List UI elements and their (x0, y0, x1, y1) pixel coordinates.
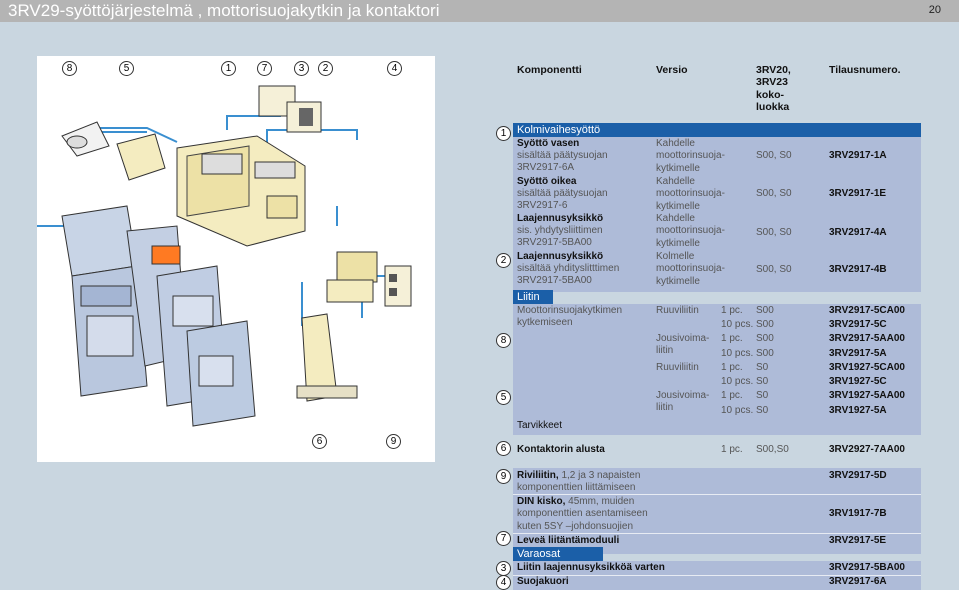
contactor-size: S00,S0 (756, 444, 789, 455)
conn-row2-size: S00 (756, 319, 774, 330)
conn-row7-size: S0 (756, 390, 769, 401)
row2-order: 3RV2917-1E (829, 188, 887, 199)
conn-row3-size: S00 (756, 333, 774, 344)
conn-row1-order: 3RV2917-5CA00 (829, 305, 905, 316)
acc-item3-order: 3RV2917-5E (829, 535, 887, 546)
acc-item1-order: 3RV2917-5D (829, 470, 887, 481)
row-marker-6: 6 (496, 441, 511, 456)
row3-version: Kahdelle moottorinsuoja- kytkimelle (656, 213, 725, 249)
row4-desc: sisältää yhdityslit­ttimen 3RV2917-5BA00 (517, 263, 620, 287)
conn-row5-type: Ruuviliitin (656, 362, 699, 373)
contactor-name: Kontaktorin alusta (517, 444, 605, 455)
conn-row3-qty: 1 pc. (721, 333, 743, 344)
row-marker-2: 2 (496, 253, 511, 268)
row1-name: Syöttö vasen (517, 138, 580, 149)
conn-row7-order: 3RV1927-5AA00 (829, 390, 905, 401)
row4-version: Kolmelle moottorinsuoja- kytkimelle (656, 251, 725, 287)
conn-row4-size: S00 (756, 348, 774, 359)
spare-item1-order: 3RV2917-5BA00 (829, 562, 905, 573)
row4-order: 3RV2917-4B (829, 264, 887, 275)
conn-row5-size: S0 (756, 362, 769, 373)
row1-size: S00, S0 (756, 150, 792, 161)
conn-row5-order: 3RV1927-5CA00 (829, 362, 905, 373)
divider (513, 533, 921, 534)
header-component: Komponentti (517, 64, 582, 76)
row-marker-5: 5 (496, 390, 511, 405)
row-marker-1: 1 (496, 126, 511, 141)
row1-desc: sisältää päätysuojan 3RV2917-6A (517, 150, 608, 174)
row-marker-7: 7 (496, 531, 511, 546)
row2-desc: sisältää päätysuojan 3RV2917-6 (517, 188, 608, 212)
conn-row6-size: S0 (756, 376, 769, 387)
contactor-order: 3RV2927-7AA00 (829, 444, 905, 455)
conn-row1-size: S00 (756, 305, 774, 316)
accessories-title: Tarvikkeet (517, 420, 563, 431)
page-number: 20 (928, 4, 941, 16)
connector-desc: Moottorinsuojakytkimen kytkemiseen (517, 305, 623, 329)
row1-order: 3RV2917-1A (829, 150, 887, 161)
section-band-feed: Kolmivaihesyöttö (513, 123, 921, 137)
title-bar: 3RV29-syöttöjärjestelmä , mottorisuojaky… (0, 0, 959, 22)
row2-size: S00, S0 (756, 188, 792, 199)
row1-version: Kahdelle moottorinsuoja- kytkimelle (656, 138, 725, 174)
assembly-drawing (37, 85, 412, 427)
row3-size: S00, S0 (756, 227, 792, 238)
conn-row8-qty: 10 pcs. (721, 405, 754, 416)
spare-item1: Liitin laajennusyksikköä varten (517, 562, 665, 573)
spare-item2-order: 3RV2917-6A (829, 576, 887, 587)
acc-item3: Leveä liitäntämoduuli (517, 535, 620, 546)
row2-version: Kahdelle moottorinsuoja- kytkimelle (656, 176, 725, 212)
header-size: 3RV20, 3RV23 koko- luokka (756, 64, 791, 113)
acc-item2-order: 3RV1917-7B (829, 508, 887, 519)
conn-row6-order: 3RV1927-5C (829, 376, 887, 387)
spare-item2: Suojakuori (517, 576, 569, 587)
conn-row1-qty: 1 pc. (721, 305, 743, 316)
row-marker-4: 4 (496, 575, 511, 590)
conn-row2-qty: 10 pcs. (721, 319, 754, 330)
accessories-title-block (513, 419, 921, 435)
conn-row3-type: Jousivoima- liitin (656, 333, 710, 357)
acc-item1: Riviliitin, 1,2 ja 3 napaisten komponent… (517, 470, 641, 494)
conn-row5-qty: 1 pc. (721, 362, 743, 373)
header-version: Versio (656, 64, 688, 76)
conn-row6-qty: 10 pcs. (721, 376, 754, 387)
conn-row3-order: 3RV2917-5AA00 (829, 333, 905, 344)
row3-order: 3RV2917-4A (829, 227, 887, 238)
row2-name: Syöttö oikea (517, 176, 577, 187)
conn-row2-order: 3RV2917-5C (829, 319, 887, 330)
row4-name: Laajennusyksikkö (517, 251, 604, 262)
conn-row7-type: Jousivoima- liitin (656, 390, 710, 414)
page-title: 3RV29-syöttöjärjestelmä , mottorisuojaky… (8, 1, 440, 20)
row3-desc: sis. yhdytysliittimen 3RV2917-5BA00 (517, 225, 603, 249)
contactor-qty: 1 pc. (721, 444, 743, 455)
row-marker-3: 3 (496, 561, 511, 576)
row4-size: S00, S0 (756, 264, 792, 275)
conn-row4-order: 3RV2917-5A (829, 348, 887, 359)
table-header: Komponentti Versio 3RV20, 3RV23 koko- lu… (513, 60, 921, 122)
conn-row7-qty: 1 pc. (721, 390, 743, 401)
acc-item2: DIN kisko, 45mm, muiden komponenttien as… (517, 496, 648, 532)
conn-row8-order: 3RV1927-5A (829, 405, 887, 416)
product-illustration (37, 56, 435, 462)
section-band-spares: Varaosat (513, 547, 603, 561)
conn-row4-qty: 10 pcs. (721, 348, 754, 359)
header-order: Tilausnumero. (829, 64, 901, 76)
row-marker-9: 9 (496, 469, 511, 484)
conn-row8-size: S0 (756, 405, 769, 416)
conn-row1-type: Ruuviliitin (656, 305, 699, 316)
row3-name: Laajennusyksikkö (517, 213, 604, 224)
section-band-connector: Liitin (513, 290, 553, 304)
divider (513, 494, 921, 495)
row-marker-8: 8 (496, 333, 511, 348)
